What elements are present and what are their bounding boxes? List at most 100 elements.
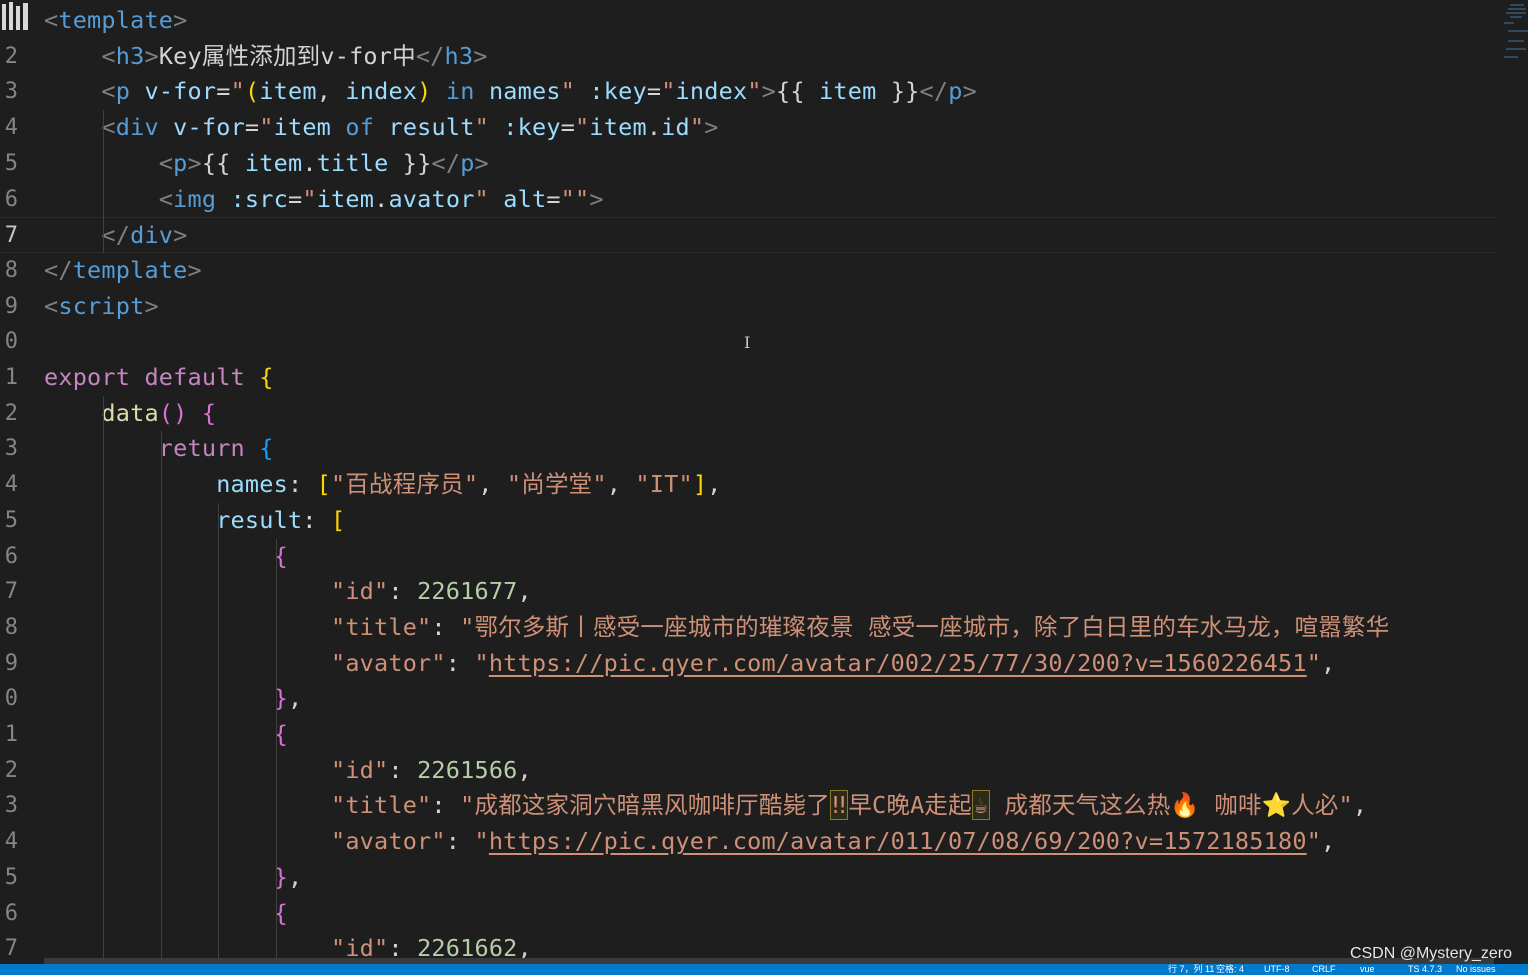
code-line[interactable]: 4 <div v-for="item of result" :key="item… — [0, 110, 1496, 146]
line-number: 2 — [4, 400, 18, 426]
code-token: </ — [44, 255, 73, 284]
code-line[interactable]: 0 }, — [0, 681, 1496, 717]
minimap-line — [1508, 8, 1526, 10]
code-text: result: [ — [44, 503, 345, 539]
line-number: 3 — [4, 793, 18, 819]
code-line[interactable]: 6 { — [0, 539, 1496, 575]
code-line[interactable]: 5 <p>{{ item.title }}</p> — [0, 146, 1496, 182]
activity-bar-icon[interactable] — [0, 0, 32, 32]
code-token: return — [158, 434, 245, 463]
code-token: export — [44, 363, 131, 391]
code-token: script — [58, 291, 145, 320]
status-item[interactable]: vue — [1360, 964, 1375, 975]
code-token: </ — [415, 41, 445, 70]
code-token: }} — [876, 77, 920, 106]
code-line[interactable]: <template> — [0, 3, 1496, 39]
code-token: item — [244, 148, 303, 177]
line-number: 7 — [4, 223, 18, 249]
code-text: <h3>Key属性添加到v-for中</h3> — [44, 39, 488, 75]
code-line[interactable]: 3 "title": "成都这家洞穴暗黑风咖啡厅酷毙了‼早C晚A走起☕ 成都天气… — [0, 788, 1496, 824]
code-token: </ — [101, 221, 131, 250]
code-token: "id" — [330, 934, 389, 960]
code-token: " — [474, 648, 489, 677]
code-line[interactable]: 5 result: [ — [0, 503, 1496, 539]
code-line[interactable]: 2 "id": 2261566, — [0, 753, 1496, 789]
minimap[interactable] — [1498, 0, 1528, 960]
code-line[interactable]: 7 "id": 2261677, — [0, 574, 1496, 610]
code-token: avator — [388, 184, 475, 213]
code-token: : — [388, 577, 418, 606]
code-token: data — [101, 398, 159, 427]
code-line[interactable]: 9 "avator": "https://pic.qyer.com/avatar… — [0, 646, 1496, 682]
code-text: export default { — [44, 360, 274, 396]
code-token: result — [388, 113, 475, 142]
status-item[interactable]: No issues — [1456, 964, 1496, 975]
line-number: 8 — [4, 257, 18, 283]
code-token: > — [173, 221, 188, 250]
code-token: : — [388, 755, 418, 784]
code-token: ☕ — [971, 790, 991, 821]
code-token: "成都这家洞穴暗黑风咖啡厅酷毙了 — [460, 791, 830, 820]
status-item[interactable]: 行 7，列 11 — [1168, 964, 1214, 975]
code-line[interactable]: 2 <h3>Key属性添加到v-for中</h3> — [0, 39, 1496, 75]
code-line[interactable]: 8 </template> — [0, 253, 1496, 289]
line-number: 3 — [4, 79, 18, 105]
code-line[interactable]: 1 export default { — [0, 360, 1496, 396]
code-token: "id" — [330, 755, 389, 784]
line-number: 5 — [4, 864, 18, 890]
code-token: . — [302, 148, 317, 177]
code-token: = — [216, 77, 231, 106]
code-text: <p>{{ item.title }}</p> — [44, 146, 489, 182]
status-item[interactable]: CRLF — [1312, 964, 1336, 975]
code-line[interactable]: 3 return { — [0, 431, 1496, 467]
code-line[interactable]: 5 }, — [0, 860, 1496, 896]
code-line[interactable]: 7 </div> — [0, 217, 1496, 253]
minimap-line — [1506, 12, 1526, 14]
code-line[interactable]: 8 "title": "鄂尔多斯丨感受一座城市的璀璨夜景 感受一座城市，除了白日… — [0, 610, 1496, 646]
code-line[interactable]: 1 { — [0, 717, 1496, 753]
code-text: { — [44, 717, 288, 753]
code-token: Key属性添加到v-for中 — [158, 41, 416, 70]
code-editor[interactable]: <template> 2 <h3>Key属性添加到v-for中</h3> 3 <p … — [0, 0, 1496, 960]
code-line[interactable]: 3 <p v-for="(item, index) in names" :key… — [0, 74, 1496, 110]
code-line[interactable]: 4 names: ["百战程序员", "尚学堂", "IT"], — [0, 467, 1496, 503]
status-item[interactable]: 空格: 4 — [1216, 964, 1244, 975]
code-token: = — [244, 113, 260, 142]
minimap-line — [1504, 56, 1518, 58]
url-link[interactable]: https://pic.qyer.com/avatar/011/07/08/69… — [489, 827, 1307, 855]
code-line[interactable]: 2 data() { — [0, 396, 1496, 432]
code-token: index — [345, 77, 418, 106]
status-item[interactable]: TS 4.7.3 — [1408, 964, 1442, 975]
code-text: <template> — [44, 3, 188, 39]
line-number: 9 — [4, 650, 18, 676]
code-token: v-for — [144, 77, 217, 106]
code-token: div — [130, 221, 174, 250]
code-line[interactable]: 6 <img :src="item.avator" alt=""> — [0, 182, 1496, 218]
code-line[interactable]: 9 <script> — [0, 289, 1496, 325]
code-text: "id": 2261677, — [44, 574, 532, 610]
code-line[interactable]: 4 "avator": "https://pic.qyer.com/avatar… — [0, 824, 1496, 860]
code-text: }, — [44, 681, 303, 717]
url-link[interactable]: https://pic.qyer.com/avatar/002/25/77/30… — [489, 649, 1307, 677]
code-line[interactable]: 7 "id": 2261662, — [0, 931, 1496, 960]
code-token: < — [158, 148, 174, 177]
code-token: , — [1352, 791, 1368, 820]
code-line[interactable]: 6 { — [0, 896, 1496, 932]
code-token: "百战程序员" — [331, 470, 479, 499]
code-token: > — [144, 291, 159, 320]
minimap-line — [1508, 40, 1524, 42]
status-item[interactable]: UTF-8 — [1264, 964, 1290, 975]
code-token: , — [478, 470, 507, 499]
code-token: : — [445, 648, 475, 677]
code-text: "id": 2261662, — [44, 931, 532, 960]
code-token: = — [546, 184, 561, 213]
line-number: 5 — [4, 507, 18, 533]
code-token: > — [144, 41, 159, 70]
indent-guide — [103, 395, 105, 960]
